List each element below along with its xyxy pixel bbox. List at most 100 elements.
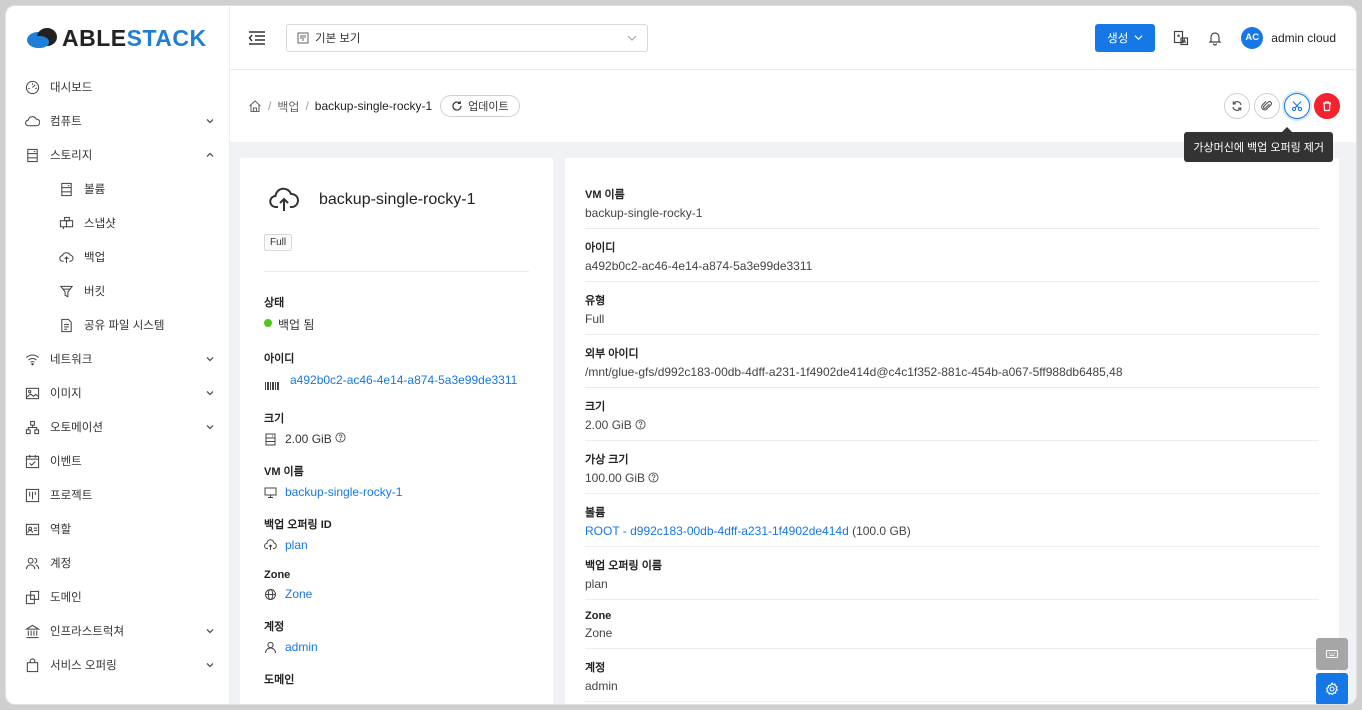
zone-value[interactable]: Zone	[264, 587, 529, 601]
question-circle-icon[interactable]	[635, 419, 646, 430]
sidebar-item[interactable]: 스냅샷	[6, 206, 229, 240]
vm-value[interactable]: backup-single-rocky-1	[264, 485, 529, 499]
chevron-down-icon	[627, 35, 637, 41]
menu-fold-icon[interactable]	[248, 30, 266, 46]
offering-id-link[interactable]: plan	[285, 538, 308, 552]
detail-value-text: Zone	[585, 626, 613, 640]
translate-icon[interactable]	[1173, 30, 1189, 46]
picture-icon	[24, 385, 40, 401]
volume-link[interactable]: ROOT - d992c183-00db-4dff-a231-1f4902de4…	[585, 524, 849, 538]
settings-button[interactable]	[1316, 673, 1348, 704]
home-icon[interactable]	[248, 99, 262, 113]
idcard-icon	[24, 521, 40, 537]
detail-value: 2.00 GiB	[585, 418, 1319, 432]
status-dot	[264, 319, 272, 327]
sidebar-item-label: 스냅샷	[84, 218, 116, 230]
sidebar-item[interactable]: 이미지	[6, 376, 229, 410]
id-link[interactable]: a492b0c2-ac46-4e14-a874-5a3e99de3311	[290, 372, 526, 393]
sidebar-item-label: 대시보드	[50, 82, 93, 94]
detail-value-text: 100.00 GiB	[585, 471, 646, 485]
chevron-down-icon	[1134, 35, 1143, 41]
sidebar-item[interactable]: 공유 파일 시스템	[6, 308, 229, 342]
detail-value: backup-single-rocky-1	[585, 206, 1319, 220]
detail-value-text: Full	[585, 312, 605, 326]
detail-label: Zone	[585, 610, 612, 622]
chevron-down-icon	[205, 626, 215, 636]
sidebar-item[interactable]: 네트워크	[6, 342, 229, 376]
remove-backup-offering-button[interactable]	[1284, 93, 1310, 119]
sidebar-item[interactable]: 볼륨	[6, 172, 229, 206]
cloud-logo-icon	[27, 28, 57, 48]
chevron-down-icon	[205, 388, 215, 398]
attach-button[interactable]	[1254, 93, 1280, 119]
sidebar-item-label: 역할	[50, 524, 72, 536]
sidebar-item[interactable]: 인프라스트럭쳐	[6, 614, 229, 648]
sidebar-item-label: 서비스 오퍼링	[50, 660, 117, 672]
project-icon	[24, 487, 40, 503]
logo[interactable]: ABLE STACK	[6, 6, 229, 70]
detail-value: admin	[585, 679, 1319, 693]
app-window: ABLE STACK 대시보드 컴퓨트 스토리지 볼륨 스냅샷 백업 버킷 공유 파일 시스템 네…	[5, 5, 1357, 705]
sidebar-item[interactable]: 서비스 오퍼링	[6, 648, 229, 682]
sidebar-item[interactable]: 대시보드	[6, 70, 229, 104]
detail-value-text: 2.00 GiB	[585, 418, 632, 432]
gear-icon	[1325, 682, 1339, 696]
detail-row: 가상 크기 100.00 GiB	[585, 441, 1319, 494]
delete-button[interactable]	[1314, 93, 1340, 119]
sidebar-item[interactable]: 이벤트	[6, 444, 229, 478]
breadcrumb-section[interactable]: 백업	[277, 98, 299, 115]
field-label: 아이디	[264, 353, 295, 365]
question-circle-icon[interactable]	[335, 432, 346, 443]
action-buttons	[1220, 93, 1340, 119]
paperclip-icon	[1261, 101, 1272, 111]
sidebar-item[interactable]: 역할	[6, 512, 229, 546]
sidebar-item[interactable]: 프로젝트	[6, 478, 229, 512]
sidebar-item-label: 공유 파일 시스템	[84, 320, 165, 332]
cloud-upload-icon	[264, 539, 277, 550]
account-value[interactable]: admin	[264, 640, 529, 654]
sidebar-item-label: 이미지	[50, 388, 82, 400]
detail-value-text: a492b0c2-ac46-4e14-a874-5a3e99de3311	[585, 259, 813, 273]
sidebar-item[interactable]: 스토리지	[6, 138, 229, 172]
view-select[interactable]: 기본 보기	[286, 23, 648, 52]
reload-action-button[interactable]	[1224, 93, 1250, 119]
account-link[interactable]: admin	[285, 640, 318, 654]
sidebar-item[interactable]: 버킷	[6, 274, 229, 308]
sidebar-item[interactable]: 오토메이션	[6, 410, 229, 444]
sidebar-item[interactable]: 컴퓨트	[6, 104, 229, 138]
offering-id-value[interactable]: plan	[264, 538, 529, 552]
detail-value-text: backup-single-rocky-1	[585, 206, 703, 220]
barcode-icon[interactable]	[264, 379, 280, 393]
detail-value: Full	[585, 312, 1319, 326]
sync-icon	[1232, 101, 1242, 111]
field-label: 계정	[264, 621, 285, 633]
offering-id-field: 백업 오퍼링 ID plan	[264, 516, 529, 552]
detail-label: 백업 오퍼링 이름	[585, 560, 662, 572]
header-right: 생성 AC admin cloud	[1095, 23, 1336, 52]
logo-text-able: ABLE	[62, 24, 127, 51]
zone-link[interactable]: Zone	[285, 587, 312, 601]
sidebar-item[interactable]: 백업	[6, 240, 229, 274]
sidebar-item[interactable]: 도메인	[6, 580, 229, 614]
detail-label: 볼륨	[585, 507, 606, 519]
detail-value: a492b0c2-ac46-4e14-a874-5a3e99de3311	[585, 259, 1319, 273]
refresh-button[interactable]: 업데이트	[440, 95, 520, 117]
file-text-icon	[58, 317, 74, 333]
question-circle-icon[interactable]	[648, 472, 659, 483]
detail-row: Zone Zone	[585, 600, 1319, 649]
sidebar-item-label: 버킷	[84, 286, 106, 298]
create-button-label: 생성	[1107, 32, 1129, 45]
sidebar-item[interactable]: 계정	[6, 546, 229, 580]
zone-field: Zone Zone	[264, 569, 529, 601]
top-header: 기본 보기 생성 AC admin cloud	[230, 6, 1356, 70]
bell-icon[interactable]	[1207, 30, 1223, 46]
user-menu[interactable]: AC admin cloud	[1241, 26, 1336, 49]
keyboard-shortcut-button[interactable]	[1316, 638, 1348, 670]
create-button[interactable]: 생성	[1095, 23, 1156, 52]
detail-value: /mnt/glue-gfs/d992c183-00db-4dff-a231-1f…	[585, 365, 1319, 379]
vm-link[interactable]: backup-single-rocky-1	[285, 485, 402, 499]
tooltip: 가상머신에 백업 오퍼링 제거	[1184, 127, 1333, 162]
chevron-down-icon	[205, 422, 215, 432]
field-label: 백업 오퍼링 ID	[264, 519, 332, 531]
detail-row: 아이디 a492b0c2-ac46-4e14-a874-5a3e99de3311	[585, 229, 1319, 282]
